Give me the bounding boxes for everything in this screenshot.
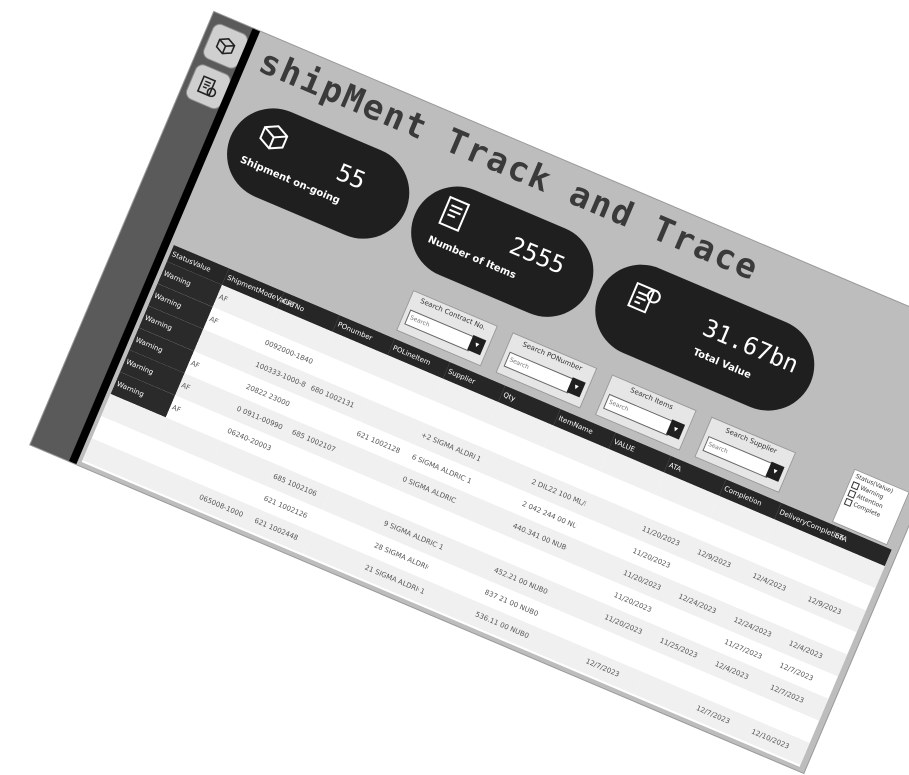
shipment-icon [215,38,236,55]
kpi-label: Shipment on-going [238,154,342,207]
dashboard: shipMent Track and Trace 55 Shipment on-… [30,12,909,773]
items-icon [196,75,217,98]
kpi-value: 31.67bn [698,313,803,379]
shipment-icon [259,125,289,150]
kpi-value: 55 [332,158,370,196]
kpi-label: Number of Items [426,234,518,282]
invoice-icon [627,281,661,314]
items-icon [438,195,471,233]
